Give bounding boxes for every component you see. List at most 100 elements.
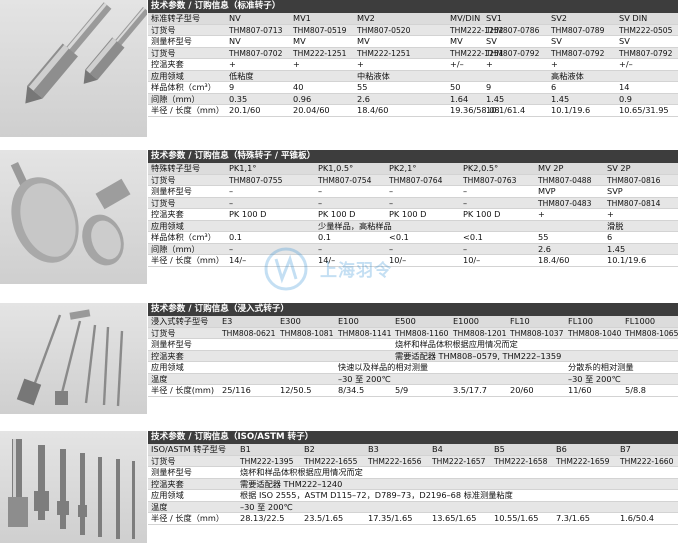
table-cell: THM808-1081 — [280, 328, 334, 338]
table-row: 订货号 – – – – THM807-0483 THM807-0814 — [148, 197, 678, 209]
immersion-rotor-photo — [0, 303, 147, 414]
table-row: 订货号 THM807-0755 THM807-0754 THM807-0764 THM8… — [148, 174, 678, 186]
table-cell: 14/– — [229, 255, 247, 265]
table-cell: + — [357, 59, 364, 69]
table-cell: 11/60 — [568, 385, 592, 395]
table-span-cell: 低粘度 — [229, 70, 254, 81]
row-label: 半径 / 长度（mm） — [151, 255, 225, 265]
table-cell: SV 2P — [607, 163, 631, 173]
table-cell: + — [551, 59, 558, 69]
section-title: 技术参数 / 订购信息（浸入式转子） — [148, 303, 678, 316]
row-label: 应用领域 — [151, 220, 184, 231]
table-span-cell: 滑脱 — [607, 220, 624, 231]
row-label: 控温夹套 — [151, 350, 184, 361]
table-cell: 10/– — [463, 255, 481, 265]
table-cell: B7 — [620, 444, 631, 454]
table-cell: MV — [450, 36, 463, 46]
standard-rotor-photo — [0, 0, 147, 137]
table-cell: THM222-0505 — [619, 25, 673, 35]
row-label: 测量杯型号 — [151, 36, 192, 46]
table-cell: 6 — [607, 232, 613, 242]
table-cell: THM808-1065 — [625, 328, 678, 338]
table-cell: 28.13/22.5 — [240, 513, 285, 523]
table-row: 半径 / 长度(mm) 25/116 12/50.5 8/34.5 5/9 3.5/17.… — [148, 385, 678, 397]
table-cell: THM807-0816 — [607, 175, 661, 185]
table-row: 间隙（mm） 0.35 0.96 2.6 1.64 1.45 1.45 0.9 — [148, 93, 678, 105]
table-cell: THM807-0764 — [389, 175, 443, 185]
table-cell: PK2,0.5° — [463, 163, 499, 173]
table-cell: MVP — [538, 186, 556, 196]
table-row: 应用领域 根据 ISO 2555，ASTM D115–72，D789–73，D21… — [148, 490, 678, 502]
table-cell: THM807-0713 — [229, 25, 283, 35]
row-label: 控温夹套 — [151, 59, 184, 69]
table-cell: + — [486, 59, 493, 69]
table-cell: – — [389, 186, 394, 196]
row-label: 应用领域 — [151, 362, 184, 372]
table-row: 标准转子型号 NV MV1 MV2 MV/DIN SV1 SV2 SV DIN — [148, 13, 678, 25]
table-cell: B2 — [304, 444, 315, 454]
table-cell: 0.1 — [229, 232, 243, 242]
row-label: 订货号 — [151, 24, 176, 35]
table-cell: SV1 — [486, 13, 503, 23]
table-cell: FL10 — [510, 316, 530, 326]
table-span-cell: 分散系的相对测量 — [568, 362, 634, 372]
table-row: 测量杯型号 NV MV MV MV SV SV SV — [148, 36, 678, 48]
table-span-cell: 需要适配器 THM222–1240 — [240, 478, 343, 489]
iso-astm-rotor-table: 技术参数 / 订购信息（ISO/ASTM 转子） ISO/ASTM 转子型号 B1… — [148, 431, 678, 525]
row-label: 温度 — [151, 501, 168, 512]
table-cell: 18.4/60 — [538, 255, 570, 265]
table-cell: THM222-1659 — [556, 456, 610, 466]
row-label: ISO/ASTM 转子型号 — [151, 444, 227, 454]
table-cell: THM808-1141 — [338, 328, 392, 338]
table-cell: PK 100 D — [389, 209, 427, 219]
table-span-cell: 快速以及样品的相对测量 — [338, 362, 429, 372]
table-cell: 6 — [551, 82, 557, 92]
table-span-cell: 烧杯和样品体积根据应用情况而定 — [395, 339, 518, 349]
table-cell: THM222-1658 — [494, 456, 548, 466]
row-label: 测量杯型号 — [151, 339, 192, 349]
table-span-cell: –30 至 200℃ — [568, 373, 621, 384]
table-cell: THM807-0786 — [486, 25, 540, 35]
table-cell: THM807-0488 — [538, 175, 592, 185]
table-cell: +/– — [450, 59, 464, 69]
table-cell: THM807-0520 — [357, 25, 411, 35]
table-cell: PK 100 D — [229, 209, 267, 219]
section-title: 技术参数 / 订购信息（ISO/ASTM 转子） — [148, 431, 678, 444]
table-cell: THM807-0789 — [551, 25, 605, 35]
table-row: 控温夹套 需要适配器 THM808–0579, THM222–1359 — [148, 350, 678, 362]
table-cell: THM807-0814 — [607, 198, 661, 208]
table-cell: 18.4/60 — [357, 105, 389, 115]
table-cell: 20.1/60 — [229, 105, 261, 115]
table-span-cell: 根据 ISO 2555，ASTM D115–72，D789–73，D2196–6… — [240, 490, 513, 500]
table-row: 温度 –30 至 200℃ — [148, 501, 678, 513]
standard-rotor-table: 技术参数 / 订购信息（标准转子） 标准转子型号 NV MV1 MV2 MV/DIN SV… — [148, 0, 678, 117]
table-cell: THM808-0621 — [222, 328, 276, 338]
table-cell: THM222-1251 — [357, 48, 411, 58]
row-label: 应用领域 — [151, 490, 184, 500]
table-cell: 55 — [357, 82, 368, 92]
row-label: 控温夹套 — [151, 209, 184, 219]
watermark-logo-icon — [264, 247, 308, 291]
table-cell: SVP — [607, 186, 623, 196]
table-row: 订货号 THM808-0621 THM808-1081 THM808-1141 THM8… — [148, 327, 678, 339]
table-cell: 1.6/50.4 — [620, 513, 655, 523]
table-cell: 12/50.5 — [280, 385, 312, 395]
table-cell: 23.5/1.65 — [304, 513, 344, 523]
row-label: 测量杯型号 — [151, 467, 192, 477]
row-label: 订货号 — [151, 174, 176, 185]
table-cell: THM222-1656 — [368, 456, 422, 466]
table-cell: – — [229, 186, 234, 196]
table-cell: – — [318, 186, 323, 196]
row-label: 间隙（mm） — [151, 243, 200, 254]
table-cell: – — [229, 197, 234, 208]
table-span-cell: 需要适配器 THM808–0579, THM222–1359 — [395, 350, 562, 361]
table-row: 样品体积（cm³） 9 40 55 50 9 6 14 — [148, 82, 678, 94]
table-cell: THM222-1660 — [620, 456, 674, 466]
table-cell: 10.55/1.65 — [494, 513, 539, 523]
table-cell: 10.65/31.95 — [619, 105, 669, 115]
table-cell: THM807-0483 — [538, 198, 592, 208]
table-row: 应用领域 少量样品，高粘样品 滑脱 — [148, 220, 678, 232]
watermark: 上海羽令 — [262, 246, 442, 292]
table-cell: THM222-1655 — [304, 456, 358, 466]
table-cell: THM807-0792 — [619, 48, 673, 58]
